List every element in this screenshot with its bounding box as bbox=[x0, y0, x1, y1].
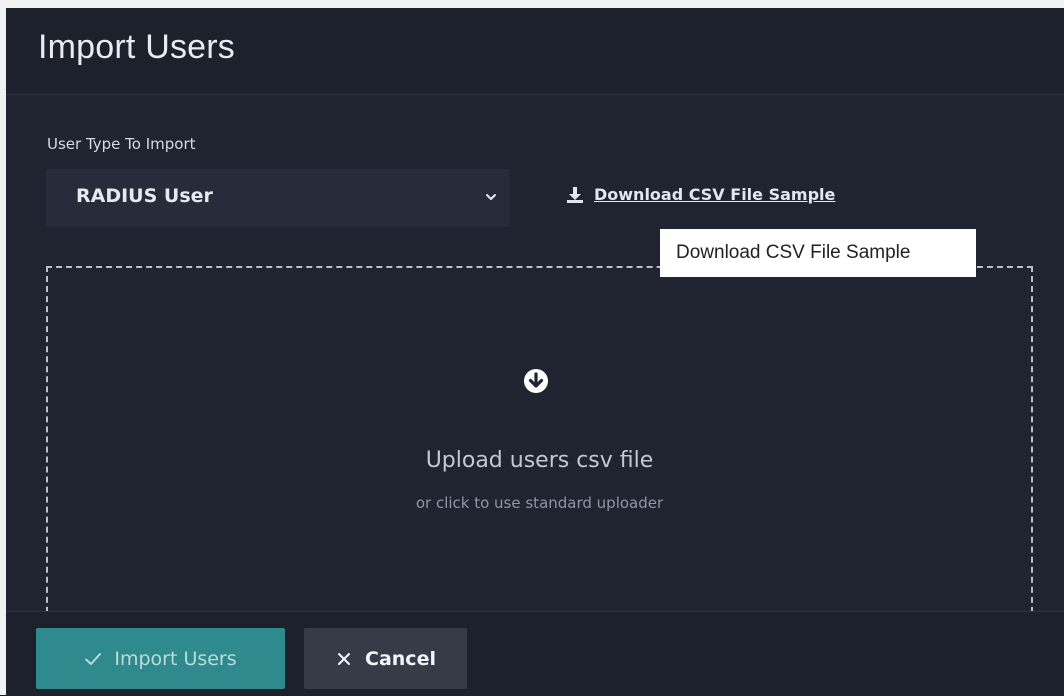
dropzone-subtitle: or click to use standard uploader bbox=[415, 494, 664, 512]
import-users-modal: Import Users User Type To Import RADIUS … bbox=[6, 8, 1064, 696]
arrow-circle-down-icon bbox=[524, 369, 548, 393]
check-icon bbox=[85, 652, 102, 665]
modal-title: Import Users bbox=[38, 28, 235, 66]
download-csv-tooltip: Download CSV File Sample bbox=[660, 229, 976, 277]
modal-footer: Import Users Cancel bbox=[6, 611, 1064, 696]
download-icon bbox=[567, 186, 583, 203]
close-icon bbox=[338, 652, 351, 665]
dropzone-title: Upload users csv file bbox=[425, 448, 654, 473]
user-type-select[interactable]: RADIUS User bbox=[46, 169, 510, 227]
cancel-button-label: Cancel bbox=[365, 647, 436, 670]
user-type-label: User Type To Import bbox=[47, 135, 196, 153]
download-csv-sample-label: Download CSV File Sample bbox=[594, 185, 836, 204]
user-type-selected-value: RADIUS User bbox=[76, 185, 213, 207]
download-csv-sample-link[interactable]: Download CSV File Sample bbox=[566, 185, 835, 204]
cancel-button[interactable]: Cancel bbox=[304, 628, 467, 689]
modal-header: Import Users bbox=[6, 8, 1064, 95]
import-users-button[interactable]: Import Users bbox=[36, 628, 285, 689]
csv-upload-dropzone[interactable]: Upload users csv file or click to use st… bbox=[46, 266, 1033, 663]
chevron-down-icon bbox=[486, 194, 496, 200]
modal-body: User Type To Import RADIUS User Download… bbox=[6, 95, 1064, 663]
import-users-button-label: Import Users bbox=[114, 647, 237, 670]
